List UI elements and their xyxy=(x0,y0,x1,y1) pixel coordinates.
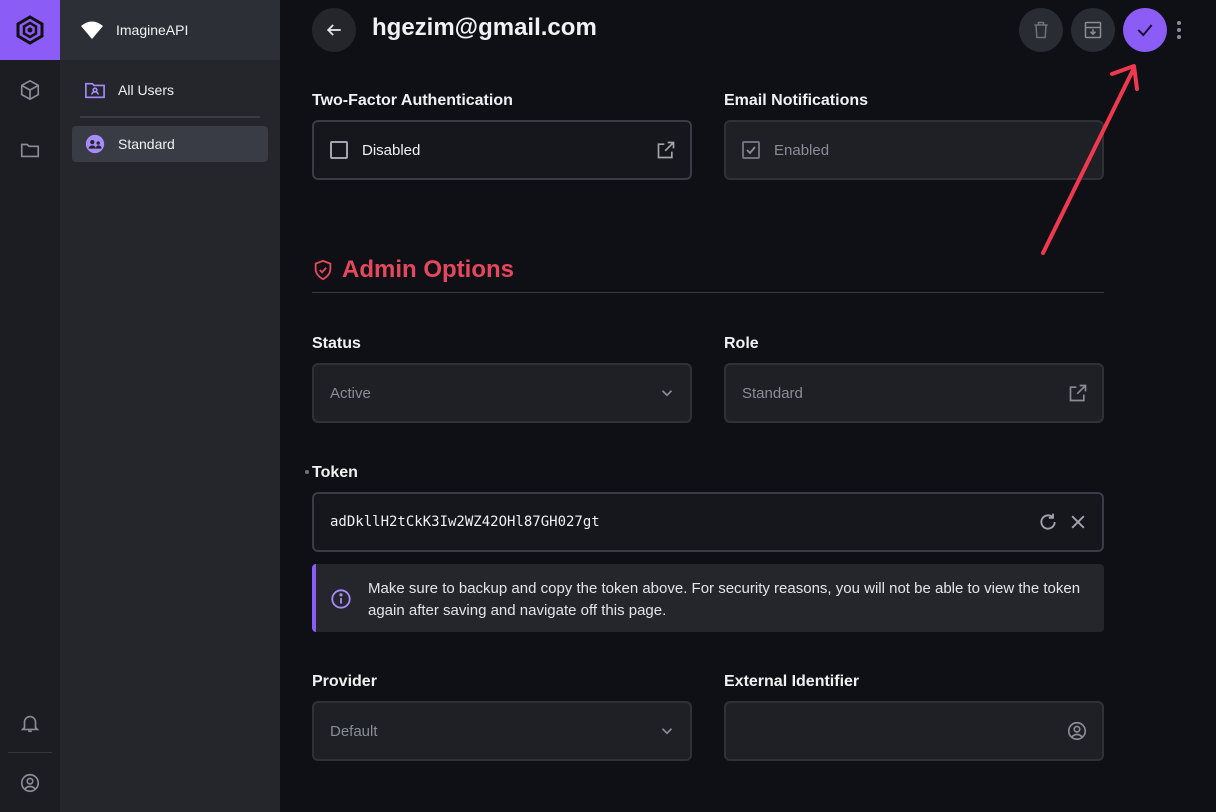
provider-value: Default xyxy=(330,722,378,740)
status-select[interactable]: Active xyxy=(312,363,692,423)
sidebar-item-label: Standard xyxy=(118,136,175,152)
provider-select[interactable]: Default xyxy=(312,701,692,761)
email-notifications-checkbox[interactable] xyxy=(742,141,760,159)
wifi-icon xyxy=(81,21,103,39)
sidebar-item-standard[interactable]: Standard xyxy=(72,126,268,162)
status-label: Status xyxy=(312,335,361,352)
token-input[interactable]: adDkllH2tCkK3Iw2WZ42OHl87GH027gt xyxy=(312,492,1104,552)
folder-user-icon xyxy=(85,82,105,99)
files-module-button[interactable] xyxy=(10,130,50,170)
project-switcher[interactable]: ImagineAPI xyxy=(60,0,280,60)
app: ImagineAPI All Users Standard hgezim@gma… xyxy=(0,0,1216,812)
page-title: hgezim@gmail.com xyxy=(372,14,597,41)
token-notice-text: Make sure to backup and copy the token a… xyxy=(368,580,1081,619)
role-label: Role xyxy=(724,335,759,352)
sidebar-divider xyxy=(80,116,260,118)
role-value: Standard xyxy=(742,384,803,402)
external-identifier-label: External Identifier xyxy=(724,673,860,690)
navigation-sidebar: ImagineAPI All Users Standard xyxy=(60,0,280,812)
token-label: Token xyxy=(312,464,358,481)
archive-button[interactable] xyxy=(1071,8,1115,52)
admin-options-heading: Admin Options xyxy=(312,256,514,284)
provider-label: Provider xyxy=(312,673,377,690)
delete-button[interactable] xyxy=(1019,8,1063,52)
module-rail xyxy=(0,0,60,812)
user-profile-button[interactable] xyxy=(10,763,50,803)
chevron-down-icon xyxy=(661,728,673,735)
external-identifier-field[interactable] xyxy=(724,701,1104,761)
logo-icon xyxy=(16,15,44,45)
more-options-button[interactable] xyxy=(1169,14,1189,46)
info-icon xyxy=(331,589,351,609)
rail-divider xyxy=(8,752,52,753)
user-circle-icon xyxy=(1067,721,1087,741)
notifications-button[interactable] xyxy=(10,703,50,743)
folder-icon xyxy=(20,143,40,158)
two-factor-field[interactable]: Disabled xyxy=(312,120,692,180)
status-value: Active xyxy=(330,384,371,402)
checkmark-icon xyxy=(746,146,756,155)
arrow-left-icon xyxy=(326,24,341,36)
annotation-arrow xyxy=(1041,64,1139,255)
token-notice: Make sure to backup and copy the token a… xyxy=(312,564,1104,632)
app-logo[interactable] xyxy=(0,0,60,60)
sidebar-item-label: All Users xyxy=(118,82,175,98)
cube-icon xyxy=(20,79,40,101)
two-factor-label: Two-Factor Authentication xyxy=(312,92,513,109)
bell-icon xyxy=(20,715,40,733)
email-notifications-value: Enabled xyxy=(774,141,830,159)
admin-options-title: Admin Options xyxy=(342,256,514,283)
two-factor-checkbox[interactable] xyxy=(330,141,348,159)
open-external-icon[interactable] xyxy=(656,140,676,160)
token-value: adDkllH2tCkK3Iw2WZ42OHl87GH027gt xyxy=(330,514,600,530)
chevron-down-icon xyxy=(661,390,673,397)
shield-check-icon xyxy=(314,259,332,281)
close-icon[interactable] xyxy=(1068,512,1088,532)
user-group-icon xyxy=(85,134,105,154)
check-icon xyxy=(1137,24,1153,37)
edited-indicator xyxy=(305,470,309,474)
page-header: hgezim@gmail.com xyxy=(280,0,1216,60)
admin-options-divider xyxy=(312,292,1104,293)
archive-icon xyxy=(1084,21,1102,39)
back-button[interactable] xyxy=(312,8,356,52)
refresh-icon[interactable] xyxy=(1038,512,1058,532)
save-button[interactable] xyxy=(1123,8,1167,52)
two-factor-value: Disabled xyxy=(362,141,421,159)
user-circle-icon xyxy=(20,773,40,793)
project-name: ImagineAPI xyxy=(116,22,189,38)
delete-icon xyxy=(1034,21,1048,39)
content-module-button[interactable] xyxy=(10,70,50,110)
role-field[interactable]: Standard xyxy=(724,363,1104,423)
sidebar-item-all-users[interactable]: All Users xyxy=(72,72,268,108)
open-external-icon[interactable] xyxy=(1068,383,1088,403)
more-vertical-icon xyxy=(1177,21,1181,39)
email-notifications-label: Email Notifications xyxy=(724,92,869,109)
